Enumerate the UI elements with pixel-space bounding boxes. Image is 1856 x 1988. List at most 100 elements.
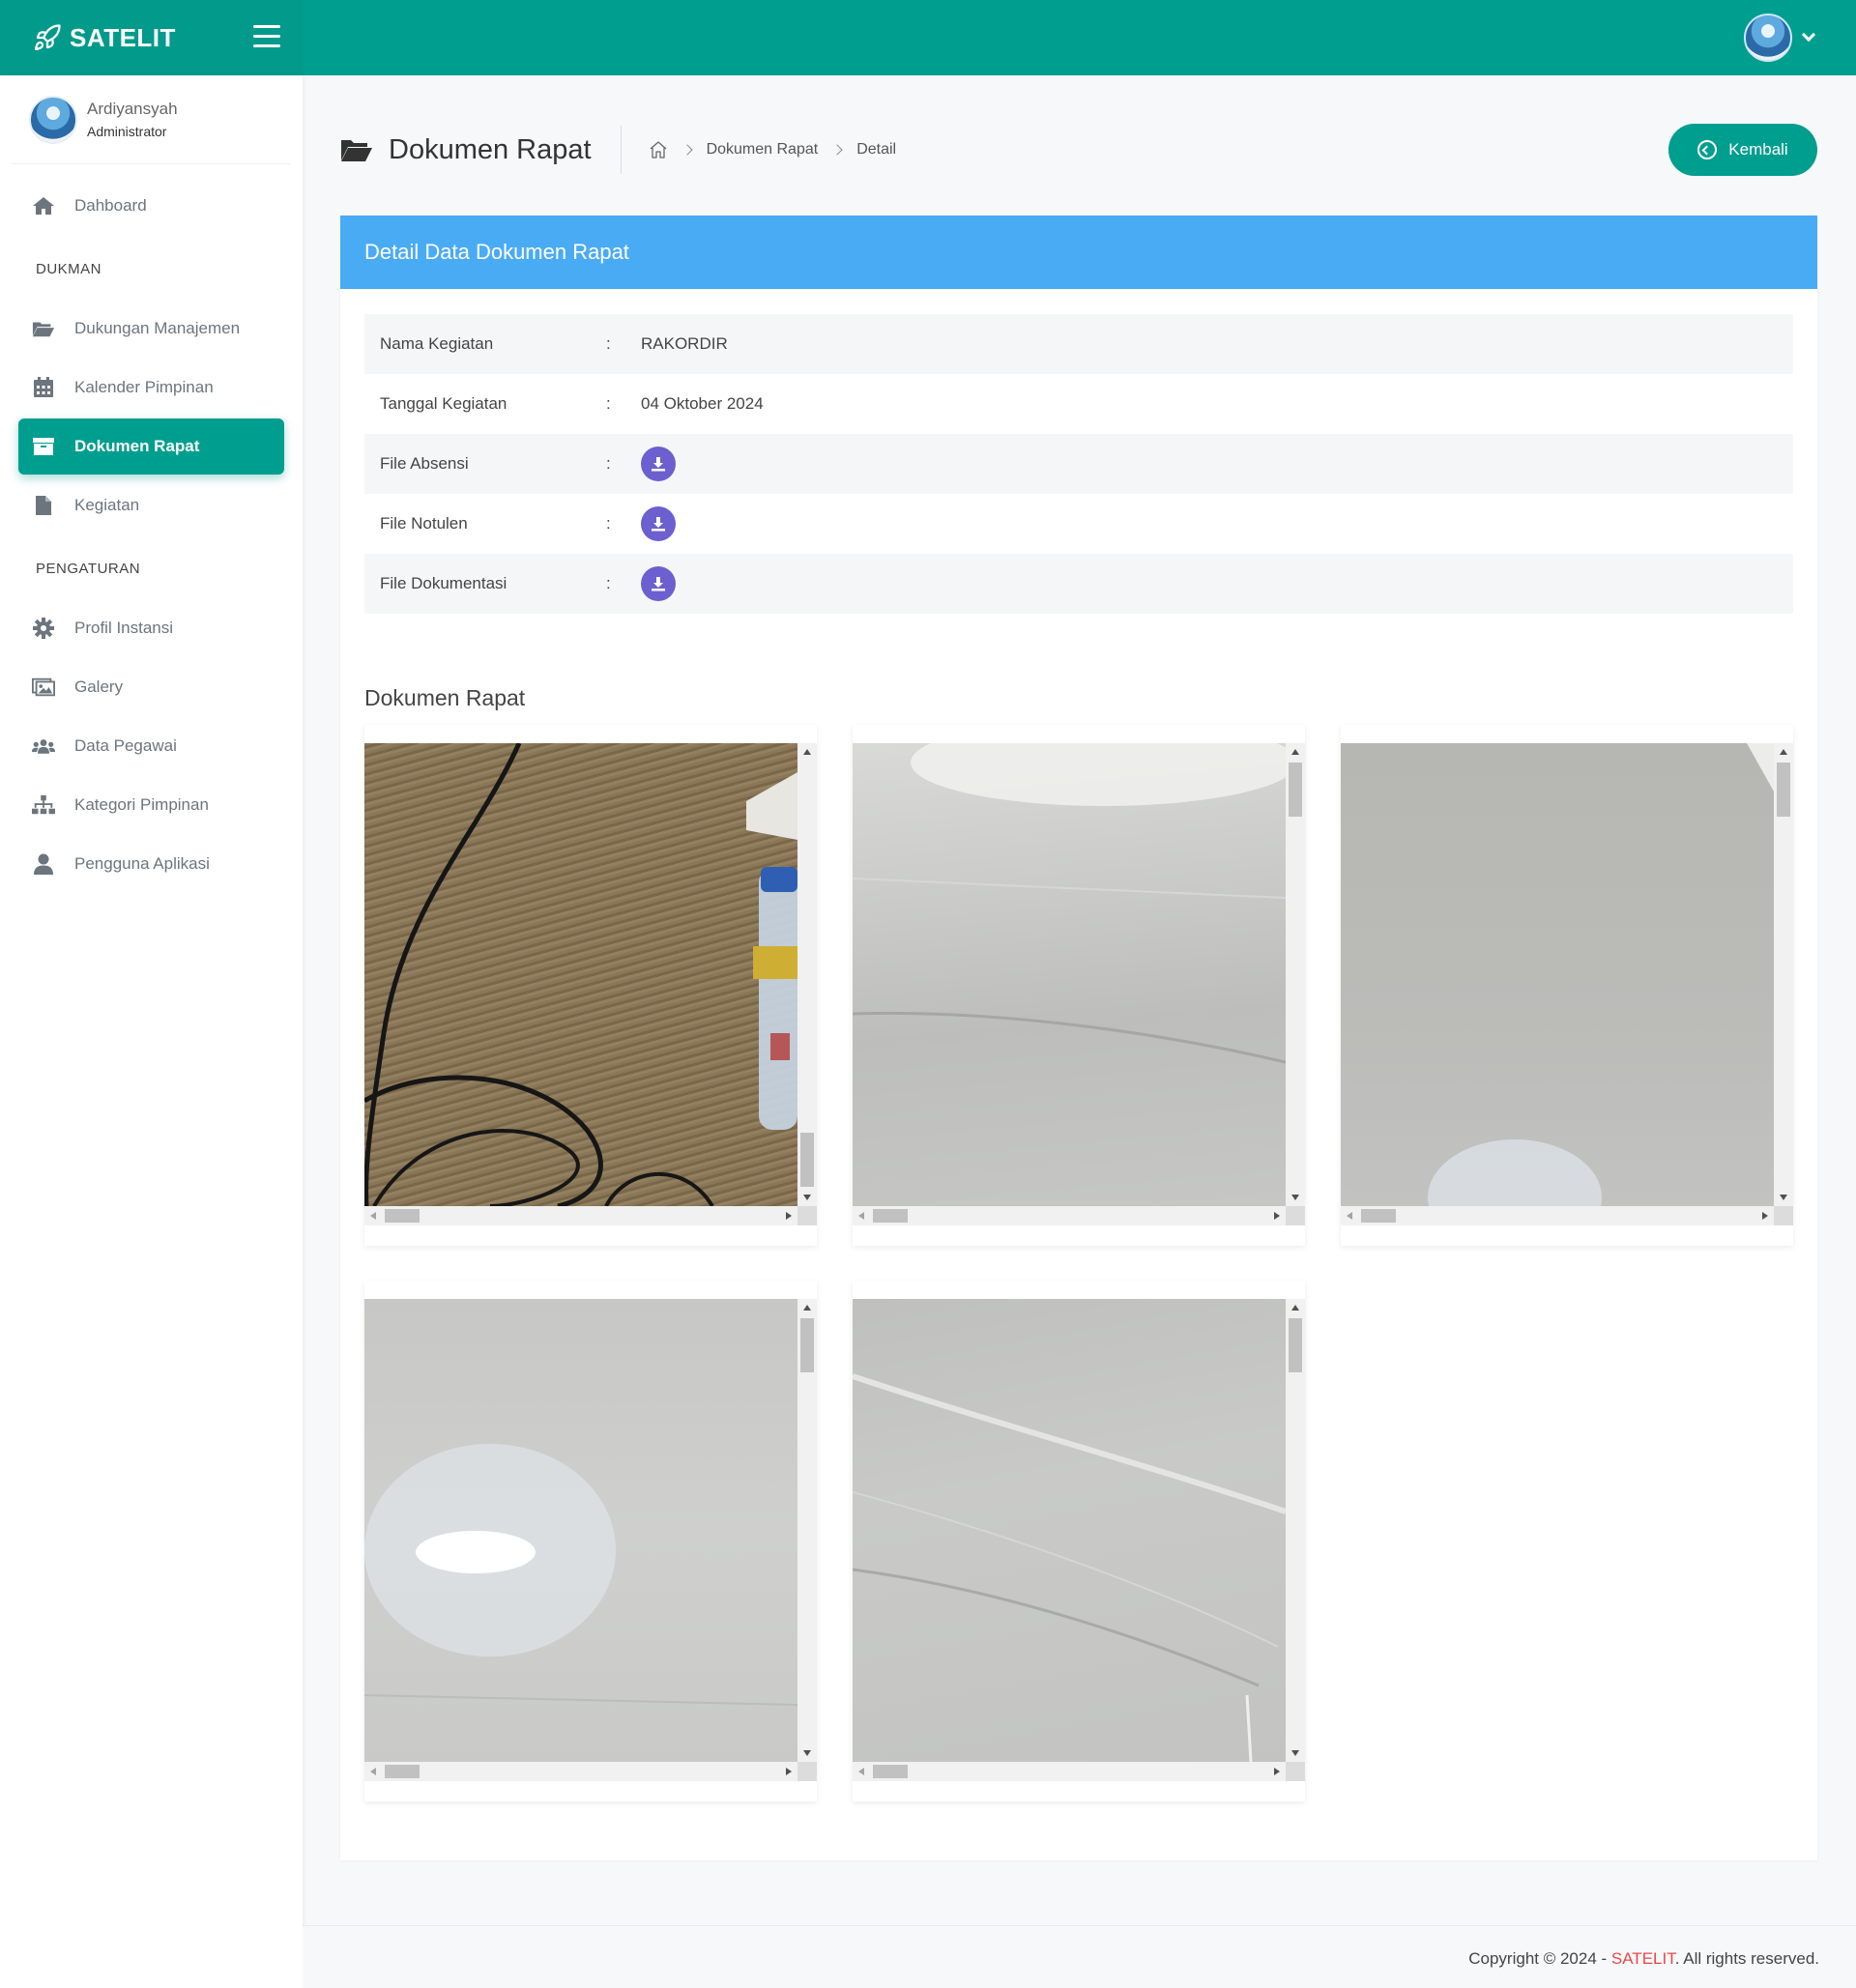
user-icon [32, 853, 55, 875]
sidebar-item-dokumen-rapat[interactable]: Dokumen Rapat [18, 418, 284, 475]
document-image[interactable] [364, 1299, 798, 1762]
sidebar-item-label: Kegiatan [74, 496, 140, 514]
row-value: RAKORDIR [641, 334, 728, 353]
download-notulen-button[interactable] [641, 506, 676, 541]
copyright-suffix: . All rights reserved. [1674, 1949, 1819, 1968]
scroll-thumb[interactable] [873, 1765, 908, 1778]
breadcrumb-item-detail: Detail [856, 141, 897, 158]
row-label: Tanggal Kegiatan [380, 394, 508, 413]
scroll-up-arrow-icon[interactable] [1780, 749, 1787, 755]
scroll-right-arrow-icon[interactable] [1762, 1212, 1768, 1220]
vertical-scrollbar[interactable] [798, 743, 817, 1206]
scroll-left-arrow-icon[interactable] [1347, 1212, 1352, 1220]
detail-row-file-notulen: File Notulen : [364, 494, 1793, 554]
sidebar-item-kalender-pimpinan[interactable]: Kalender Pimpinan [18, 360, 284, 416]
scroll-left-arrow-icon[interactable] [858, 1212, 864, 1220]
vertical-scrollbar[interactable] [1774, 743, 1793, 1206]
scroll-up-arrow-icon[interactable] [1291, 749, 1299, 755]
scroll-left-arrow-icon[interactable] [370, 1768, 376, 1775]
scroll-up-arrow-icon[interactable] [803, 1305, 811, 1311]
document-image[interactable] [364, 743, 798, 1206]
sidebar-item-dukungan-manajemen[interactable]: Dukungan Manajemen [18, 301, 284, 357]
sidebar-item-galery[interactable]: Galery [18, 659, 284, 715]
header-divider [620, 126, 622, 174]
home-icon[interactable] [649, 140, 668, 159]
back-button[interactable]: Kembali [1668, 124, 1817, 176]
scroll-thumb[interactable] [1777, 763, 1790, 817]
sidebar-item-label: Dahboard [74, 196, 147, 215]
sidebar-item-kegiatan[interactable]: Kegiatan [18, 477, 284, 533]
download-icon [652, 457, 665, 472]
sidebar-item-kategori-pimpinan[interactable]: Kategori Pimpinan [18, 777, 284, 833]
row-colon: : [606, 514, 611, 533]
copyright-brand-link[interactable]: SATELIT [1611, 1949, 1675, 1968]
scroll-thumb[interactable] [385, 1209, 420, 1223]
scroll-right-arrow-icon[interactable] [786, 1768, 792, 1775]
copyright-prefix: Copyright © 2024 - [1468, 1949, 1611, 1968]
detail-row-tanggal-kegiatan: Tanggal Kegiatan : 04 Oktober 2024 [364, 374, 1793, 434]
download-absensi-button[interactable] [641, 447, 676, 481]
horizontal-scrollbar[interactable] [853, 1762, 1286, 1781]
arrow-circle-left-icon [1697, 140, 1718, 159]
users-icon [32, 735, 55, 757]
avatar [29, 95, 77, 144]
horizontal-scrollbar[interactable] [853, 1206, 1286, 1225]
horizontal-scrollbar[interactable] [364, 1762, 798, 1781]
sitemap-icon [32, 794, 55, 816]
document-image[interactable] [1341, 743, 1774, 1206]
scroll-left-arrow-icon[interactable] [858, 1768, 864, 1775]
scroll-down-arrow-icon[interactable] [803, 1195, 811, 1200]
document-image[interactable] [853, 743, 1286, 1206]
scroll-right-arrow-icon[interactable] [786, 1212, 792, 1220]
rocket-icon [35, 24, 61, 50]
scroll-thumb[interactable] [1289, 763, 1302, 817]
scroll-up-arrow-icon[interactable] [803, 749, 811, 755]
breadcrumb-item-dokumen-rapat[interactable]: Dokumen Rapat [707, 141, 819, 158]
detail-row-file-absensi: File Absensi : [364, 434, 1793, 494]
document-image-tile [364, 725, 817, 1246]
download-icon [652, 517, 665, 532]
scroll-thumb[interactable] [873, 1209, 908, 1223]
sidebar-item-label: Dokumen Rapat [74, 437, 200, 455]
scroll-right-arrow-icon[interactable] [1274, 1768, 1280, 1775]
user-menu[interactable] [1744, 14, 1816, 62]
top-navbar: SATELIT [0, 0, 1856, 75]
sidebar-item-profil-instansi[interactable]: Profil Instansi [18, 600, 284, 656]
vertical-scrollbar[interactable] [1286, 743, 1305, 1206]
sidebar-item-data-pegawai[interactable]: Data Pegawai [18, 718, 284, 774]
scroll-down-arrow-icon[interactable] [803, 1750, 811, 1756]
scroll-down-arrow-icon[interactable] [1291, 1195, 1299, 1200]
horizontal-scrollbar[interactable] [1341, 1206, 1774, 1225]
download-dokumentasi-button[interactable] [641, 566, 676, 601]
scroll-down-arrow-icon[interactable] [1291, 1750, 1299, 1756]
scroll-thumb[interactable] [385, 1765, 420, 1778]
sidebar-item-dashboard[interactable]: Dahboard [18, 178, 284, 234]
menu-toggle-icon[interactable] [253, 25, 280, 48]
sidebar-profile: Ardiyansyah Administrator [12, 75, 291, 164]
vertical-scrollbar[interactable] [798, 1299, 817, 1762]
scroll-thumb[interactable] [1361, 1209, 1396, 1223]
scroll-thumb[interactable] [1289, 1318, 1302, 1372]
document-image[interactable] [853, 1299, 1286, 1762]
sidebar-item-pengguna-aplikasi[interactable]: Pengguna Aplikasi [18, 836, 284, 892]
calendar-icon [32, 377, 55, 398]
page-title: Dokumen Rapat [389, 133, 592, 165]
scroll-down-arrow-icon[interactable] [1780, 1195, 1787, 1200]
row-colon: : [606, 574, 611, 592]
row-colon: : [606, 334, 611, 353]
sidebar: Ardiyansyah Administrator Dahboard DUKMA… [0, 75, 303, 1988]
gear-icon [32, 618, 55, 639]
document-image-tile [364, 1281, 817, 1801]
scroll-corner [1774, 1206, 1793, 1225]
scroll-right-arrow-icon[interactable] [1274, 1212, 1280, 1220]
horizontal-scrollbar[interactable] [364, 1206, 798, 1225]
scroll-thumb[interactable] [800, 1133, 814, 1187]
vertical-scrollbar[interactable] [1286, 1299, 1305, 1762]
sidebar-item-label: Pengguna Aplikasi [74, 854, 210, 873]
scroll-up-arrow-icon[interactable] [1291, 1305, 1299, 1311]
scroll-left-arrow-icon[interactable] [370, 1212, 376, 1220]
sidebar-section-pengaturan: PENGATURAN [36, 560, 141, 577]
user-name: Ardiyansyah [87, 100, 178, 118]
scroll-thumb[interactable] [800, 1318, 814, 1372]
page-header: Dokumen Rapat Dokumen Rapat Detail Kemba… [340, 124, 1817, 176]
